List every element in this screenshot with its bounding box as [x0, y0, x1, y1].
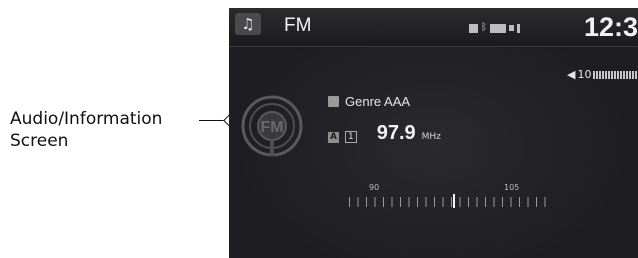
callout-line-1: Audio/Information: [10, 109, 163, 129]
tuner-label-105: 105: [504, 183, 520, 192]
genre-row: Genre AAA: [328, 94, 410, 109]
status-icons: ᛒ: [469, 22, 520, 34]
signal-strength-icon: [517, 23, 520, 33]
audio-information-screen: ♫ FM ᛒ 12:34 ◀ 10 FM Genre AAA A 1 97.9 …: [229, 8, 638, 258]
fm-logo-text: FM: [260, 119, 283, 136]
battery-icon: [490, 23, 506, 33]
frequency-value: 97.9: [376, 122, 416, 144]
genre-icon: [328, 96, 339, 107]
preset-number-badge: 1: [344, 131, 357, 143]
volume-level: 10: [577, 68, 592, 81]
volume-indicator: ◀ 10: [567, 68, 638, 81]
clock: 12:34: [584, 12, 638, 42]
volume-bar: [593, 70, 638, 79]
audio-source-label: FM: [284, 15, 312, 36]
genre-label: Genre AAA: [345, 94, 411, 109]
tuner-needle[interactable]: [453, 194, 455, 208]
tuner-scale[interactable]: 90 105: [349, 183, 549, 213]
preset-badge: A: [328, 132, 339, 143]
signal-icon: [509, 25, 514, 31]
bluetooth-icon: ᛒ: [481, 22, 487, 33]
music-note-icon[interactable]: ♫: [235, 13, 261, 35]
fm-logo-icon: FM: [241, 95, 303, 157]
tuner-label-90: 90: [369, 183, 380, 192]
phone-icon: [469, 23, 478, 33]
tuner-ticks: [349, 197, 549, 207]
speaker-icon: ◀: [567, 68, 576, 81]
frequency-unit: MHz: [421, 132, 441, 142]
callout-label: Audio/Information Screen: [10, 108, 162, 152]
frequency-row: A 1 97.9 MHz: [328, 122, 441, 145]
callout-line-2: Screen: [10, 131, 69, 151]
top-bar: ♫ FM ᛒ 12:34: [229, 8, 638, 47]
